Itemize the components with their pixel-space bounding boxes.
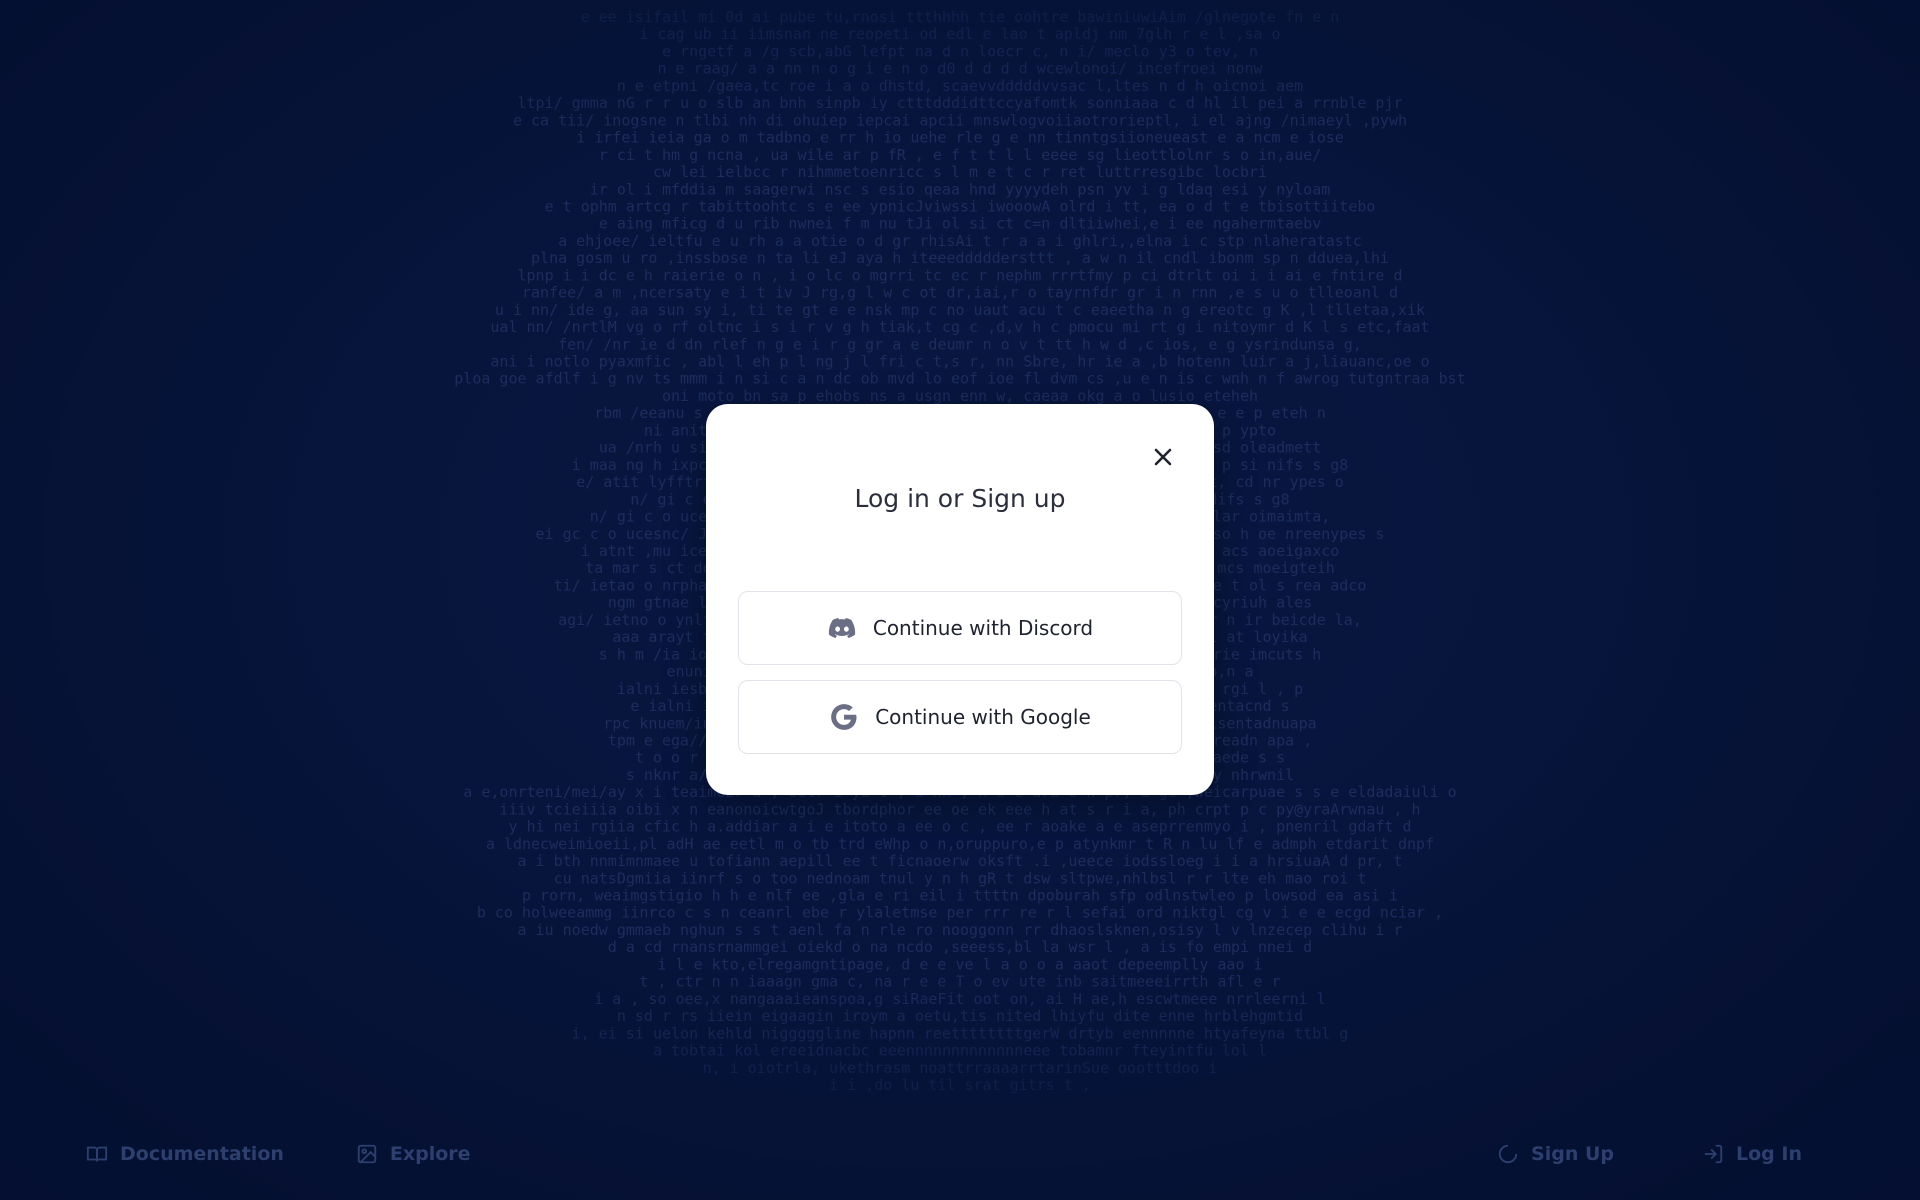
close-icon (1154, 448, 1172, 466)
nav-explore[interactable]: Explore (356, 1143, 471, 1165)
continue-with-google-label: Continue with Google (875, 705, 1091, 729)
discord-icon (828, 618, 855, 638)
nav-sign-up-label: Sign Up (1531, 1143, 1615, 1165)
nav-explore-label: Explore (389, 1143, 471, 1165)
nav-sign-up[interactable]: Sign Up (1497, 1143, 1614, 1165)
nav-documentation-label: Documentation (120, 1143, 284, 1165)
app-background: e ee isifail mi 0d ai pube tu,rnosi ttth… (0, 0, 1920, 1200)
spinner-icon (1498, 1144, 1518, 1164)
nav-log-in-label: Log In (1736, 1143, 1802, 1165)
continue-with-google-button[interactable]: Continue with Google (738, 680, 1182, 754)
bottom-nav-left: Documentation Explore (86, 1136, 471, 1172)
login-modal: Log in or Sign up Continue with Discord … (706, 404, 1214, 795)
modal-title: Log in or Sign up (854, 484, 1066, 513)
login-icon (1704, 1144, 1723, 1164)
bottom-nav-right: Sign Up Log In (1497, 1136, 1802, 1172)
continue-with-discord-label: Continue with Discord (872, 616, 1094, 640)
google-icon (831, 704, 857, 730)
continue-with-discord-button[interactable]: Continue with Discord (738, 591, 1182, 665)
nav-documentation[interactable]: Documentation (86, 1143, 284, 1165)
close-button[interactable] (1148, 442, 1178, 472)
nav-log-in[interactable]: Log In (1702, 1143, 1802, 1165)
book-icon (86, 1146, 108, 1162)
image-icon (357, 1144, 377, 1164)
